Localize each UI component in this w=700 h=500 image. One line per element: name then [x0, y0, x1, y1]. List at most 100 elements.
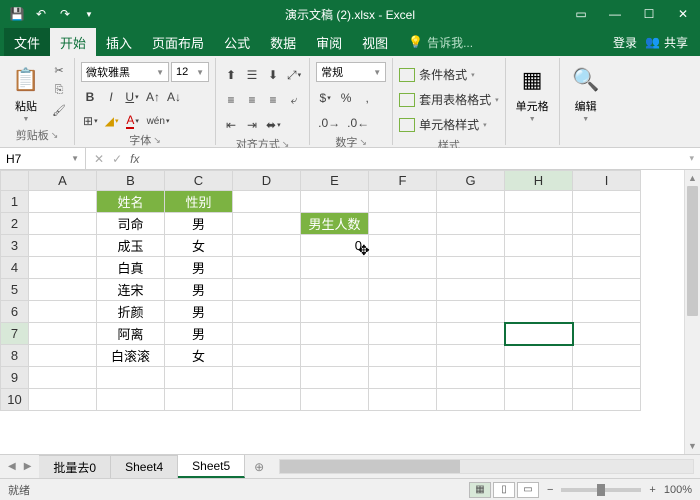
- tab-insert[interactable]: 插入: [96, 28, 142, 56]
- cell[interactable]: 男生人数: [301, 213, 369, 235]
- align-top-icon[interactable]: ⬆: [222, 66, 240, 84]
- formula-input[interactable]: [143, 152, 683, 166]
- save-icon[interactable]: 💾: [6, 3, 28, 25]
- tell-me-search[interactable]: 💡 告诉我...: [408, 34, 473, 51]
- sheet-tab-active[interactable]: Sheet5: [178, 455, 245, 478]
- cell[interactable]: 男: [165, 323, 233, 345]
- cell[interactable]: 阿离: [97, 323, 165, 345]
- share-button[interactable]: 👥 共享: [645, 34, 688, 51]
- cell[interactable]: 白滚滚: [97, 345, 165, 367]
- italic-button[interactable]: I: [102, 88, 120, 106]
- editing-button[interactable]: 🔍编辑▼: [566, 62, 606, 125]
- merge-center-icon[interactable]: ⬌▾: [264, 116, 283, 134]
- zoom-out-icon[interactable]: −: [547, 484, 553, 496]
- spreadsheet-grid[interactable]: A B C D E F G H I 1姓名性别 2司命男男生人数 3成玉女0 4…: [0, 170, 700, 454]
- row-header[interactable]: 9: [1, 367, 29, 389]
- align-bottom-icon[interactable]: ⬇: [264, 66, 282, 84]
- cell[interactable]: 男: [165, 213, 233, 235]
- col-header[interactable]: D: [233, 171, 301, 191]
- cell[interactable]: 白真: [97, 257, 165, 279]
- qat-customize-icon[interactable]: ▼: [78, 3, 100, 25]
- cell[interactable]: 性别: [165, 191, 233, 213]
- cells-button[interactable]: ▦单元格▼: [512, 62, 553, 125]
- accept-formula-icon[interactable]: ✓: [112, 152, 122, 166]
- number-format-combo[interactable]: 常规▼: [316, 62, 386, 82]
- row-header[interactable]: 6: [1, 301, 29, 323]
- vertical-scrollbar[interactable]: ▲ ▼: [684, 170, 700, 454]
- select-all-corner[interactable]: [1, 171, 29, 191]
- cell[interactable]: 司命: [97, 213, 165, 235]
- col-header[interactable]: I: [573, 171, 641, 191]
- cut-icon[interactable]: ✂: [50, 62, 68, 78]
- zoom-slider[interactable]: [561, 488, 641, 492]
- fill-color-button[interactable]: ◢▾: [103, 112, 121, 130]
- scrollbar-thumb[interactable]: [280, 460, 460, 473]
- tab-view[interactable]: 视图: [352, 28, 398, 56]
- tab-formulas[interactable]: 公式: [214, 28, 260, 56]
- cell[interactable]: 女: [165, 235, 233, 257]
- sheet-prev-icon[interactable]: ◀: [8, 461, 16, 472]
- col-header[interactable]: G: [437, 171, 505, 191]
- cell[interactable]: 男: [165, 257, 233, 279]
- zoom-level[interactable]: 100%: [664, 484, 692, 496]
- increase-indent-icon[interactable]: ⇥: [243, 116, 261, 134]
- accounting-format-icon[interactable]: $▾: [316, 89, 334, 107]
- row-header[interactable]: 4: [1, 257, 29, 279]
- cell[interactable]: 女: [165, 345, 233, 367]
- wrap-text-icon[interactable]: ⤶: [285, 91, 303, 109]
- scroll-up-icon[interactable]: ▲: [685, 170, 700, 186]
- tab-data[interactable]: 数据: [260, 28, 306, 56]
- add-sheet-button[interactable]: ⊕: [245, 455, 273, 478]
- cell[interactable]: 男: [165, 301, 233, 323]
- cell-styles-button[interactable]: 单元格样式▾: [399, 114, 487, 135]
- border-button[interactable]: ⊞▾: [81, 112, 100, 130]
- maximize-icon[interactable]: ☐: [632, 0, 666, 28]
- cell[interactable]: 连宋: [97, 279, 165, 301]
- cell[interactable]: 男: [165, 279, 233, 301]
- decrease-indent-icon[interactable]: ⇤: [222, 116, 240, 134]
- bold-button[interactable]: B: [81, 88, 99, 106]
- percent-format-icon[interactable]: %: [337, 89, 355, 107]
- row-header[interactable]: 10: [1, 389, 29, 411]
- increase-font-button[interactable]: A↑: [144, 88, 162, 106]
- cell[interactable]: 成玉: [97, 235, 165, 257]
- fx-icon[interactable]: fx: [130, 152, 139, 166]
- row-header[interactable]: 3: [1, 235, 29, 257]
- comma-format-icon[interactable]: ,: [358, 89, 376, 107]
- sheet-tab[interactable]: 批量去0: [39, 455, 111, 478]
- col-header[interactable]: E: [301, 171, 369, 191]
- row-header[interactable]: 5: [1, 279, 29, 301]
- cells-table[interactable]: A B C D E F G H I 1姓名性别 2司命男男生人数 3成玉女0 4…: [0, 170, 641, 411]
- tab-pagelayout[interactable]: 页面布局: [142, 28, 214, 56]
- align-right-icon[interactable]: ≡: [264, 91, 282, 109]
- view-pagelayout-icon[interactable]: ▯: [493, 482, 515, 498]
- col-header[interactable]: H: [505, 171, 573, 191]
- format-painter-icon[interactable]: 🖌: [50, 102, 68, 118]
- row-header[interactable]: 2: [1, 213, 29, 235]
- cell[interactable]: 0: [301, 235, 369, 257]
- font-color-button[interactable]: A▾: [124, 112, 142, 130]
- zoom-thumb[interactable]: [597, 484, 605, 496]
- cell[interactable]: 折颜: [97, 301, 165, 323]
- close-icon[interactable]: ✕: [666, 0, 700, 28]
- underline-button[interactable]: U▾: [123, 88, 141, 106]
- row-header[interactable]: 1: [1, 191, 29, 213]
- dialog-launcher-icon[interactable]: ↘: [153, 135, 161, 146]
- row-header[interactable]: 8: [1, 345, 29, 367]
- sheet-next-icon[interactable]: ▶: [24, 461, 32, 472]
- name-box[interactable]: H7▼: [0, 148, 86, 169]
- font-size-combo[interactable]: 12▼: [171, 62, 209, 82]
- cancel-formula-icon[interactable]: ✕: [94, 152, 104, 166]
- font-name-combo[interactable]: 微软雅黑▼: [81, 62, 169, 82]
- view-normal-icon[interactable]: ▦: [469, 482, 491, 498]
- col-header[interactable]: F: [369, 171, 437, 191]
- active-cell[interactable]: [505, 323, 573, 345]
- copy-icon[interactable]: ⎘: [50, 82, 68, 98]
- tab-file[interactable]: 文件: [4, 28, 50, 56]
- decrease-font-button[interactable]: A↓: [165, 88, 183, 106]
- login-link[interactable]: 登录: [613, 34, 637, 51]
- decrease-decimal-icon[interactable]: .0←: [345, 114, 371, 132]
- ribbon-options-icon[interactable]: ▭: [564, 0, 598, 28]
- redo-icon[interactable]: ↷: [54, 3, 76, 25]
- col-header[interactable]: B: [97, 171, 165, 191]
